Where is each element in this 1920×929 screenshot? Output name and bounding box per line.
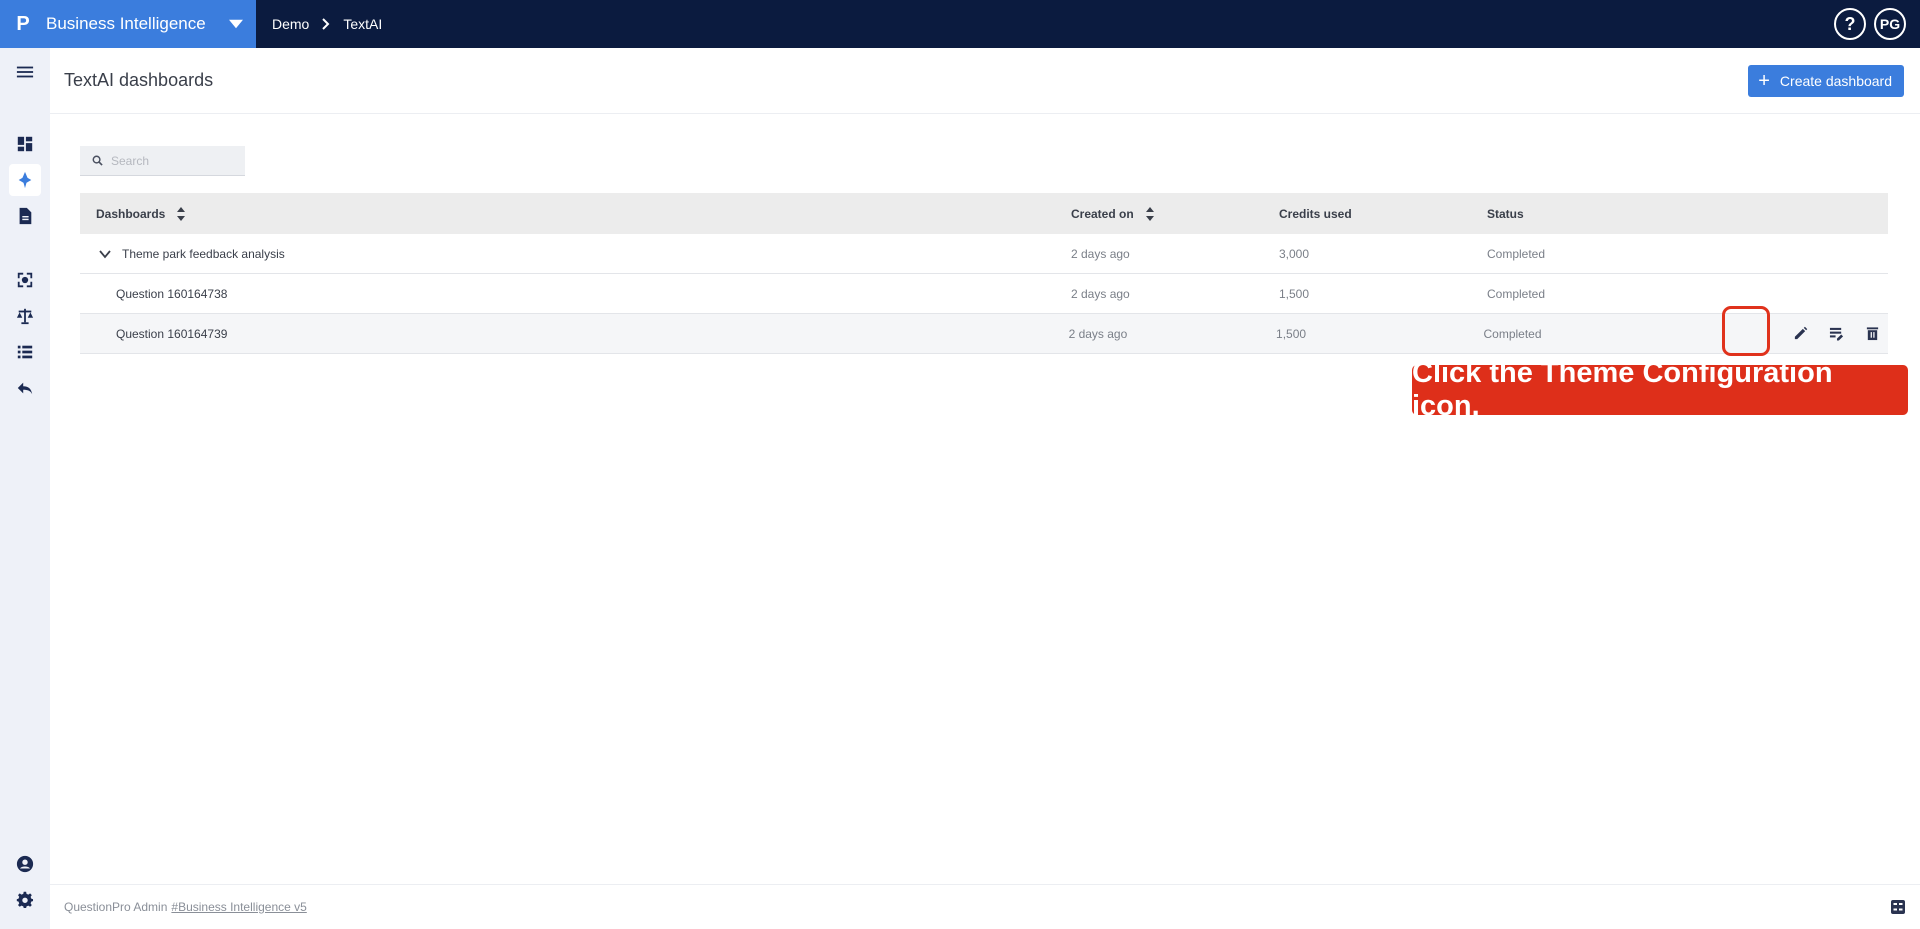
- dashboard-name[interactable]: Question 160164738: [116, 287, 227, 301]
- column-credits-used: Credits used: [1279, 206, 1352, 221]
- sort-icon[interactable]: [177, 206, 186, 221]
- credits-used-cell: 1,500: [1279, 286, 1310, 301]
- highlight-ring: [1722, 306, 1770, 356]
- back-icon[interactable]: [9, 372, 41, 404]
- instruction-callout: Click the Theme Configuration icon.: [1412, 357, 1908, 422]
- create-dashboard-label: Create dashboard: [1779, 73, 1892, 89]
- plus-icon: +: [1758, 70, 1770, 92]
- page-header: TextAI dashboards + Create dashboard: [50, 48, 1920, 114]
- logo-icon: P: [16, 12, 30, 35]
- sort-icon[interactable]: [1145, 206, 1154, 221]
- edit-icon[interactable]: [1786, 319, 1816, 349]
- report-icon[interactable]: [9, 200, 41, 232]
- user-avatar[interactable]: PG: [1874, 8, 1906, 40]
- column-dashboards[interactable]: Dashboards: [80, 206, 1071, 221]
- credits-used-cell: 1,500: [1276, 326, 1307, 341]
- status-cell: Completed: [1487, 246, 1546, 261]
- page-title: TextAI dashboards: [64, 70, 214, 90]
- dashboard-name[interactable]: Question 160164739: [116, 327, 227, 341]
- breadcrumb-textai[interactable]: TextAI: [343, 16, 382, 32]
- table-row[interactable]: Question 160164738 2 days ago 1,500 Comp…: [80, 274, 1888, 314]
- column-created-label: Created on: [1071, 206, 1134, 221]
- admin-icon[interactable]: [9, 848, 41, 880]
- dashboard-name-cell: Theme park feedback analysis: [80, 247, 1071, 261]
- status-cell: Completed: [1487, 286, 1546, 301]
- credits-used-cell: 3,000: [1279, 246, 1310, 261]
- row-actions: [1683, 319, 1888, 349]
- footer: QuestionPro Admin #Business Intelligence…: [50, 884, 1920, 929]
- dashboard-name-cell: Question 160164738: [80, 287, 1071, 301]
- compare-icon[interactable]: [9, 300, 41, 332]
- status-cell: Completed: [1483, 326, 1542, 341]
- created-on-cell: 2 days ago: [1071, 286, 1130, 301]
- help-icon[interactable]: ?: [1834, 8, 1866, 40]
- chevron-right-icon: [321, 18, 331, 30]
- product-title: Business Intelligence: [46, 14, 206, 33]
- dashboard-name-cell: Question 160164739: [80, 327, 1069, 341]
- menu-icon[interactable]: [9, 56, 41, 88]
- footer-version-link[interactable]: #Business Intelligence v5: [171, 900, 306, 914]
- table-header: Dashboards Created on Credits used Statu…: [80, 193, 1888, 234]
- dashboards-table: Dashboards Created on Credits used Statu…: [80, 193, 1888, 354]
- dashboard-name[interactable]: Theme park feedback analysis: [122, 247, 285, 261]
- textai-icon[interactable]: [9, 164, 41, 196]
- created-on-cell: 2 days ago: [1068, 326, 1128, 341]
- search-box[interactable]: [80, 146, 245, 176]
- column-created-on[interactable]: Created on: [1071, 206, 1279, 221]
- breadcrumb-demo[interactable]: Demo: [272, 16, 309, 32]
- search-input[interactable]: [111, 153, 241, 168]
- product-switcher[interactable]: P Business Intelligence: [0, 0, 256, 48]
- dashboard-icon[interactable]: [9, 128, 41, 160]
- chevron-down-icon[interactable]: [98, 247, 112, 261]
- theme-configuration-icon[interactable]: [1822, 319, 1852, 349]
- created-on-cell: 2 days ago: [1071, 246, 1130, 261]
- column-dashboards-label: Dashboards: [96, 206, 166, 221]
- table-row[interactable]: Question 160164739 2 days ago 1,500 Comp…: [80, 314, 1888, 354]
- analytics-icon[interactable]: [9, 264, 41, 296]
- table-row-parent[interactable]: Theme park feedback analysis 2 days ago …: [80, 234, 1888, 274]
- breadcrumb: Demo TextAI: [272, 0, 382, 48]
- list-icon[interactable]: [9, 336, 41, 368]
- widget-icon[interactable]: [1890, 899, 1906, 915]
- search-icon: [92, 155, 103, 166]
- column-status: Status: [1487, 206, 1524, 221]
- caret-down-icon[interactable]: [216, 0, 256, 48]
- left-rail: [0, 48, 50, 929]
- settings-icon[interactable]: [9, 884, 41, 916]
- footer-prefix: QuestionPro Admin: [64, 900, 168, 914]
- delete-icon[interactable]: [1858, 319, 1888, 349]
- create-dashboard-button[interactable]: + Create dashboard: [1748, 65, 1904, 97]
- top-bar: P Business Intelligence Demo TextAI ? PG: [0, 0, 1920, 48]
